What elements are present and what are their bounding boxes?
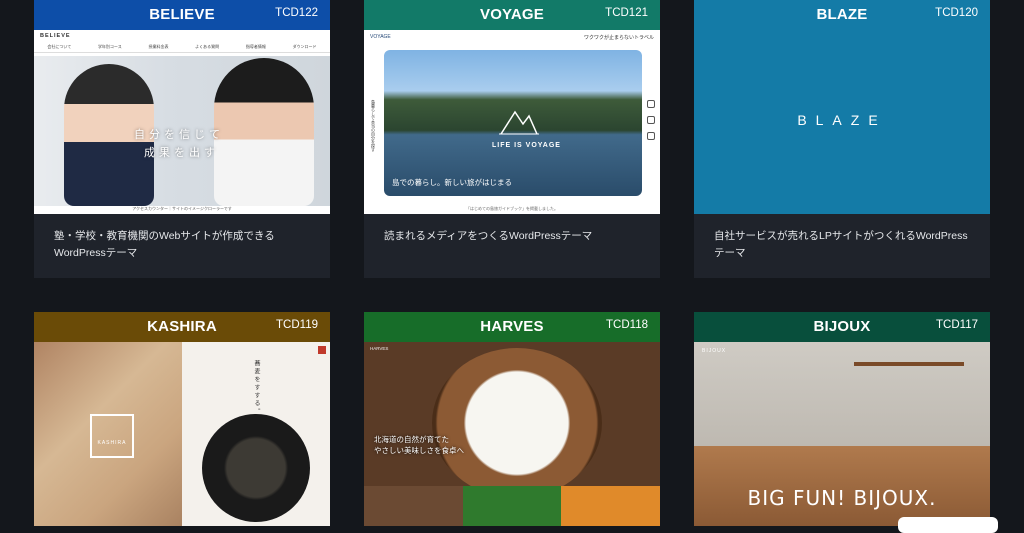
cafe-wall [694, 342, 990, 452]
theme-preview-image[interactable]: BLAZE [694, 30, 990, 214]
theme-code: TCD122 [275, 7, 318, 19]
student-figure [214, 58, 314, 206]
theme-preview-image[interactable]: VOYAGE ワクワクが止まらないトラベル 島暮らしで本当の自分を探す LIFE… [364, 30, 660, 214]
preview-logo: HARVES [370, 345, 389, 351]
card-header: BIJOUX TCD117 [694, 312, 990, 342]
document-icon [647, 132, 655, 140]
preview-nav: BELIEVE [34, 30, 330, 42]
preview-logo-text: KASHIRA [97, 440, 127, 446]
preview-hero: 自分を信じて 成果を出す [34, 56, 330, 206]
card-header: HARVES TCD118 [364, 312, 660, 342]
preview-logo: VOYAGE [370, 34, 391, 40]
theme-card-blaze[interactable]: BLAZE TCD120 BLAZE 自社サービスが売れるLPサイトがつくれるW… [694, 0, 990, 278]
preview-slogan: BIG FUN! BIJOUX. [747, 486, 937, 510]
preview-footer: アクセスカウンター｜サイトのイメージクローラーです [34, 206, 330, 214]
hero-line: やさしい美味しさを食卓へ [374, 446, 464, 455]
photo-caption: 島での暮らし。新しい旅がはじまる [392, 178, 512, 187]
theme-card-believe[interactable]: BELIEVE TCD122 BELIEVE 会社について 学年別コース 授業料… [34, 0, 330, 278]
island-photo: LIFE IS VOYAGE 島での暮らし。新しい旅がはじまる [384, 50, 642, 196]
theme-preview-image[interactable]: KASHIRA 蕎麦をすする。 [34, 342, 330, 526]
preview-side-text: 島暮らしで本当の自分を探す [371, 100, 376, 152]
theme-code: TCD120 [935, 7, 978, 19]
theme-card-bijoux[interactable]: BIJOUX TCD117 BIJOUX BIG FUN! BIJOUX. [694, 312, 990, 526]
tagline-line: 自分を信じて [134, 129, 224, 141]
seal-icon [318, 346, 326, 354]
preview-menu-item: 授業料金表 [148, 44, 169, 49]
theme-code: TCD117 [936, 319, 978, 331]
theme-card-voyage[interactable]: VOYAGE TCD121 VOYAGE ワクワクが止まらないトラベル 島暮らし… [364, 0, 660, 278]
preview-vertical-text: 蕎麦をすする。 [253, 360, 259, 416]
theme-description: 自社サービスが売れるLPサイトがつくれるWordPressテーマ [714, 230, 968, 259]
theme-description: 読まれるメディアをつくるWordPressテーマ [384, 230, 593, 242]
card-header: VOYAGE TCD121 [364, 0, 660, 30]
soba-bowl-photo: 蕎麦をすする。 [182, 342, 330, 526]
card-header: KASHIRA TCD119 [34, 312, 330, 342]
preview-wordmark: BLAZE [797, 112, 887, 128]
soba-dough-photo: KASHIRA [34, 342, 182, 526]
card-header: BELIEVE TCD122 [34, 0, 330, 30]
preview-menu-item: 学年別コース [97, 44, 122, 49]
theme-code: TCD118 [606, 319, 648, 331]
theme-card-harves[interactable]: HARVES TCD118 HARVES 北海道の自然が育てた やさしい美味しさ… [364, 312, 660, 526]
theme-card-kashira[interactable]: KASHIRA TCD119 KASHIRA 蕎麦をすする。 [34, 312, 330, 526]
preview-menu-item: ダウンロード [292, 44, 317, 49]
preview-footer: 「はじめての島旅ガイドブック」を掲載しました。 [466, 206, 558, 211]
hero-line: 北海道の自然が育てた [374, 435, 449, 444]
heart-icon [647, 100, 655, 108]
rice-bowl-photo [432, 348, 602, 498]
photo-title: LIFE IS VOYAGE [492, 142, 561, 149]
thumbnail [462, 486, 562, 526]
theme-preview-image[interactable]: BELIEVE 会社について 学年別コース 授業料金表 よくある質問 指導者情報… [34, 30, 330, 214]
theme-code: TCD121 [605, 7, 648, 19]
theme-preview-image[interactable]: HARVES 北海道の自然が育てた やさしい美味しさを食卓へ [364, 342, 660, 526]
thumbnail [364, 486, 463, 526]
card-header: BLAZE TCD120 [694, 0, 990, 30]
chat-widget-button[interactable] [898, 517, 998, 533]
preview-logo: BELIEVE [40, 33, 71, 39]
preview-nav-text: ワクワクが止まらないトラベル [583, 34, 654, 41]
cafe-shelf [854, 362, 964, 366]
preview-menu-item: よくある質問 [195, 44, 220, 49]
preview-hero-text: 北海道の自然が育てた やさしい美味しさを食卓へ [374, 434, 464, 456]
thumbnail [561, 486, 660, 526]
tagline-line: 成果を出す [144, 147, 219, 159]
product-thumbnails [364, 486, 660, 526]
soba-bowl [202, 414, 310, 522]
preview-logo: KASHIRA [90, 414, 134, 458]
preview-side-icons [644, 100, 658, 140]
theme-preview-image[interactable]: BIJOUX BIG FUN! BIJOUX. [694, 342, 990, 526]
bookmark-icon [647, 116, 655, 124]
preview-nav: VOYAGE ワクワクが止まらないトラベル [364, 30, 660, 44]
theme-code: TCD119 [276, 319, 318, 331]
mountain-logo-icon [499, 110, 539, 135]
preview-menu-item: 会社について [47, 44, 72, 49]
preview-tagline: 自分を信じて 成果を出す [134, 126, 224, 162]
theme-description: 塾・学校・教育機関のWebサイトが作成できるWordPressテーマ [54, 230, 275, 259]
preview-menu: 会社について 学年別コース 授業料金表 よくある質問 指導者情報 ダウンロード [34, 42, 330, 53]
preview-menu-item: 指導者情報 [245, 44, 266, 49]
preview-logo: BIJOUX [702, 348, 727, 354]
